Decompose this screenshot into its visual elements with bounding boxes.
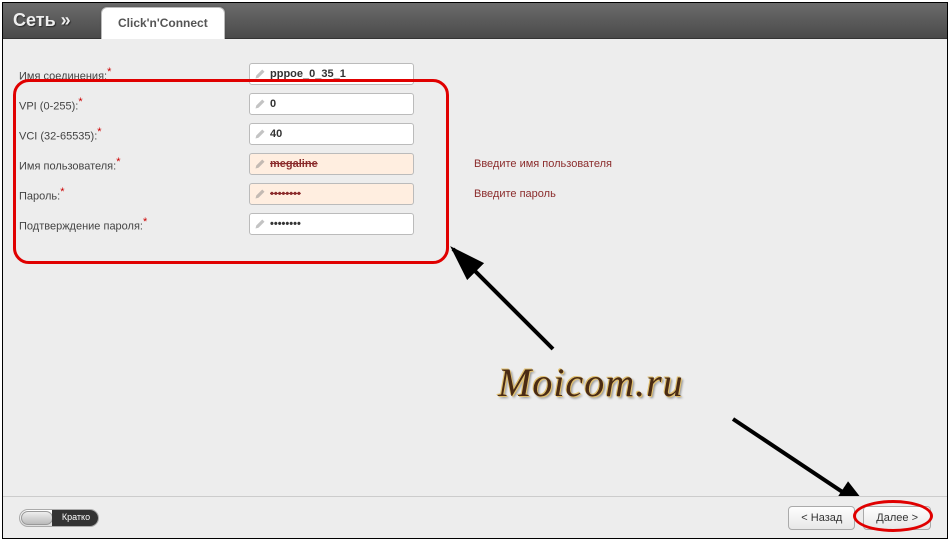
input-password[interactable] [270,188,409,200]
input-vci[interactable] [270,128,409,140]
input-vpi-wrap[interactable] [249,93,414,115]
row-vpi: VPI (0-255):* [19,89,947,119]
input-vci-wrap[interactable] [249,123,414,145]
input-username-wrap[interactable] [249,153,414,175]
input-password-wrap[interactable] [249,183,414,205]
annotation-arrow-1 [443,239,563,359]
row-username: Имя пользователя:* Введите имя пользоват… [19,149,947,179]
toggle-label: Кратко [52,510,98,526]
tab-click-n-connect[interactable]: Click'n'Connect [101,7,225,39]
pencil-icon [254,188,266,200]
label-vpi: VPI (0-255):* [19,96,249,113]
back-button[interactable]: < Назад [788,506,855,530]
input-password-confirm[interactable] [270,218,409,230]
pencil-icon [254,98,266,110]
row-password: Пароль:* Введите пароль [19,179,947,209]
error-username: Введите имя пользователя [474,158,612,170]
label-username: Имя пользователя:* [19,156,249,173]
input-connection-name-wrap[interactable] [249,63,414,85]
label-password-confirm: Подтверждение пароля:* [19,216,249,233]
next-button[interactable]: Далее > [863,506,931,530]
input-vpi[interactable] [270,98,409,110]
watermark: Moicom.ru [498,359,684,406]
pencil-icon [254,128,266,140]
toggle-knob [21,511,53,525]
pencil-icon [254,158,266,170]
toggle-brief[interactable]: Кратко [19,509,99,527]
pencil-icon [254,68,266,80]
label-connection-name: Имя соединения:* [19,66,249,83]
row-connection-name: Имя соединения:* [19,59,947,89]
input-password-confirm-wrap[interactable] [249,213,414,235]
pencil-icon [254,218,266,230]
error-password: Введите пароль [474,188,556,200]
input-connection-name[interactable] [270,68,409,80]
label-vci: VCI (32-65535):* [19,126,249,143]
label-password: Пароль:* [19,186,249,203]
footer-bar: Кратко < Назад Далее > [3,496,947,538]
input-username[interactable] [270,158,409,170]
row-password-confirm: Подтверждение пароля:* [19,209,947,239]
header-bar: Сеть » Click'n'Connect [3,3,947,39]
window-frame: Сеть » Click'n'Connect Имя соединения:* … [2,2,948,539]
content-area: Имя соединения:* VPI (0-255):* VCI (32-6… [3,39,947,538]
row-vci: VCI (32-65535):* [19,119,947,149]
